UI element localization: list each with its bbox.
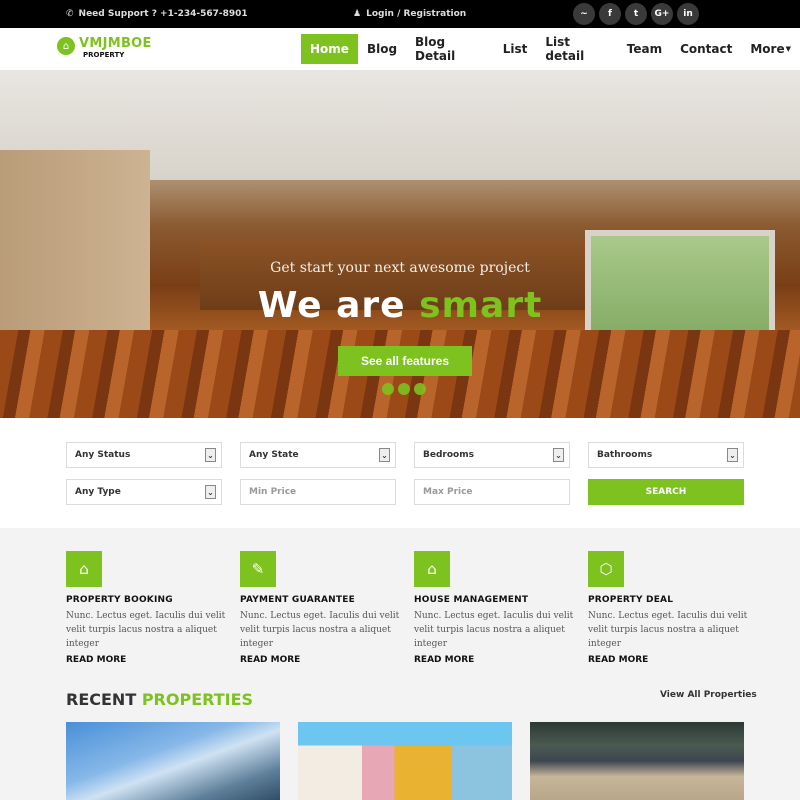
feature-title: PROPERTY BOOKING — [66, 595, 173, 605]
social-links: ∼ f t G+ in — [573, 3, 699, 25]
login-text: Login / Registration — [366, 9, 467, 19]
feature-text: Nunc. Lectus eget. Iaculis dui velit vel… — [588, 611, 748, 649]
caret-down-icon: ▼ — [785, 45, 791, 53]
status-select[interactable]: Any Status ⌄ — [66, 442, 222, 468]
feature-card: ⌂ PROPERTY BOOKING Nunc. Lectus eget. Ia… — [66, 551, 226, 665]
nav-team[interactable]: Team — [618, 34, 671, 64]
feature-text: Nunc. Lectus eget. Iaculis dui velit vel… — [414, 611, 574, 649]
view-all-properties-link[interactable]: View All Properties — [660, 690, 757, 700]
facebook-icon[interactable]: f — [599, 3, 621, 25]
bathrooms-select[interactable]: Bathrooms ⌄ — [588, 442, 744, 468]
chevron-down-icon: ⌄ — [205, 448, 216, 462]
chevron-down-icon: ⌄ — [379, 448, 390, 462]
min-price-input[interactable]: Min Price — [240, 479, 396, 505]
property-card-colorful-houses[interactable] — [298, 722, 512, 800]
home-icon: ⌂ — [57, 37, 75, 55]
feature-title: HOUSE MANAGEMENT — [414, 595, 529, 605]
slider-dots — [382, 383, 426, 395]
type-value: Any Type — [75, 487, 121, 497]
headline-white: We are — [257, 285, 406, 326]
nav-list-detail[interactable]: List detail — [536, 34, 617, 64]
home-icon: ⌂ — [414, 551, 450, 587]
nav-list[interactable]: List — [494, 34, 537, 64]
see-all-features-button[interactable]: See all features — [338, 346, 472, 376]
hero-tagline: Get start your next awesome project — [270, 260, 530, 276]
hero-slider: Get start your next awesome project We a… — [0, 70, 800, 418]
nav-contact[interactable]: Contact — [671, 34, 741, 64]
status-value: Any Status — [75, 450, 131, 460]
chevron-down-icon: ⌄ — [727, 448, 738, 462]
nav-blog-detail[interactable]: Blog Detail — [406, 34, 494, 64]
slider-dot-3[interactable] — [414, 383, 426, 395]
slider-dot-1[interactable] — [382, 383, 394, 395]
logo-name: VMJMBOE — [79, 36, 152, 51]
site-header: ⌂ VMJMBOE PROPERTY Home Blog Blog Detail… — [0, 28, 800, 70]
feature-title: PAYMENT GUARANTEE — [240, 595, 355, 605]
nav-blog[interactable]: Blog — [358, 34, 406, 64]
read-more-link[interactable]: READ MORE — [66, 655, 226, 665]
main-nav: Home Blog Blog Detail List List detail T… — [301, 34, 800, 64]
feature-card: ⌂ HOUSE MANAGEMENT Nunc. Lectus eget. Ia… — [414, 551, 574, 665]
bathrooms-value: Bathrooms — [597, 450, 653, 460]
feature-text: Nunc. Lectus eget. Iaculis dui velit vel… — [66, 611, 226, 649]
max-price-input[interactable]: Max Price — [414, 479, 570, 505]
login-registration-link[interactable]: ♟ Login / Registration — [353, 9, 466, 19]
headline-green: smart — [419, 285, 543, 326]
bedrooms-select[interactable]: Bedrooms ⌄ — [414, 442, 570, 468]
state-select[interactable]: Any State ⌄ — [240, 442, 396, 468]
feature-text: Nunc. Lectus eget. Iaculis dui velit vel… — [240, 611, 400, 649]
rss-icon[interactable]: ∼ — [573, 3, 595, 25]
feature-card: ✎ PAYMENT GUARANTEE Nunc. Lectus eget. I… — [240, 551, 400, 665]
chevron-down-icon: ⌄ — [553, 448, 564, 462]
type-select[interactable]: Any Type ⌄ — [66, 479, 222, 505]
bedrooms-value: Bedrooms — [423, 450, 474, 460]
recent-properties-title: RECENT PROPERTIES — [66, 690, 253, 709]
read-more-link[interactable]: READ MORE — [240, 655, 400, 665]
read-more-link[interactable]: READ MORE — [414, 655, 574, 665]
property-search: Any Status ⌄ Any State ⌄ Bedrooms ⌄ Bathroo… — [0, 418, 800, 528]
property-card-glass-building[interactable] — [66, 722, 280, 800]
slider-dot-2[interactable] — [398, 383, 410, 395]
google-plus-icon[interactable]: G+ — [651, 3, 673, 25]
pencil-icon: ✎ — [240, 551, 276, 587]
nav-more[interactable]: More ▼ — [741, 34, 800, 64]
support-text: Need Support ? +1-234-567-8901 — [78, 9, 248, 19]
logo-subtitle: PROPERTY — [83, 51, 125, 59]
user-icon: ♟ — [353, 9, 362, 19]
twitter-icon[interactable]: t — [625, 3, 647, 25]
title-dark: RECENT — [66, 690, 137, 709]
nav-more-label: More — [750, 42, 785, 56]
support-info: ✆ Need Support ? +1-234-567-8901 — [66, 9, 248, 19]
nav-home[interactable]: Home — [301, 34, 358, 64]
phone-icon: ✆ — [66, 9, 74, 19]
property-card-suburban-house[interactable] — [530, 722, 744, 800]
logo[interactable]: ⌂ VMJMBOE PROPERTY — [57, 36, 152, 60]
geodesic-icon: ⬡ — [588, 551, 624, 587]
state-value: Any State — [249, 450, 299, 460]
chevron-down-icon: ⌄ — [205, 485, 216, 499]
title-green: PROPERTIES — [141, 690, 254, 709]
linkedin-icon[interactable]: in — [677, 3, 699, 25]
feature-card: ⬡ PROPERTY DEAL Nunc. Lectus eget. Iacul… — [588, 551, 748, 665]
feature-title: PROPERTY DEAL — [588, 595, 674, 605]
home-icon: ⌂ — [66, 551, 102, 587]
read-more-link[interactable]: READ MORE — [588, 655, 748, 665]
hero-headline: We are smart — [0, 285, 800, 326]
top-bar: ✆ Need Support ? +1-234-567-8901 ♟ Login… — [0, 0, 800, 28]
search-button[interactable]: SEARCH — [588, 479, 744, 505]
